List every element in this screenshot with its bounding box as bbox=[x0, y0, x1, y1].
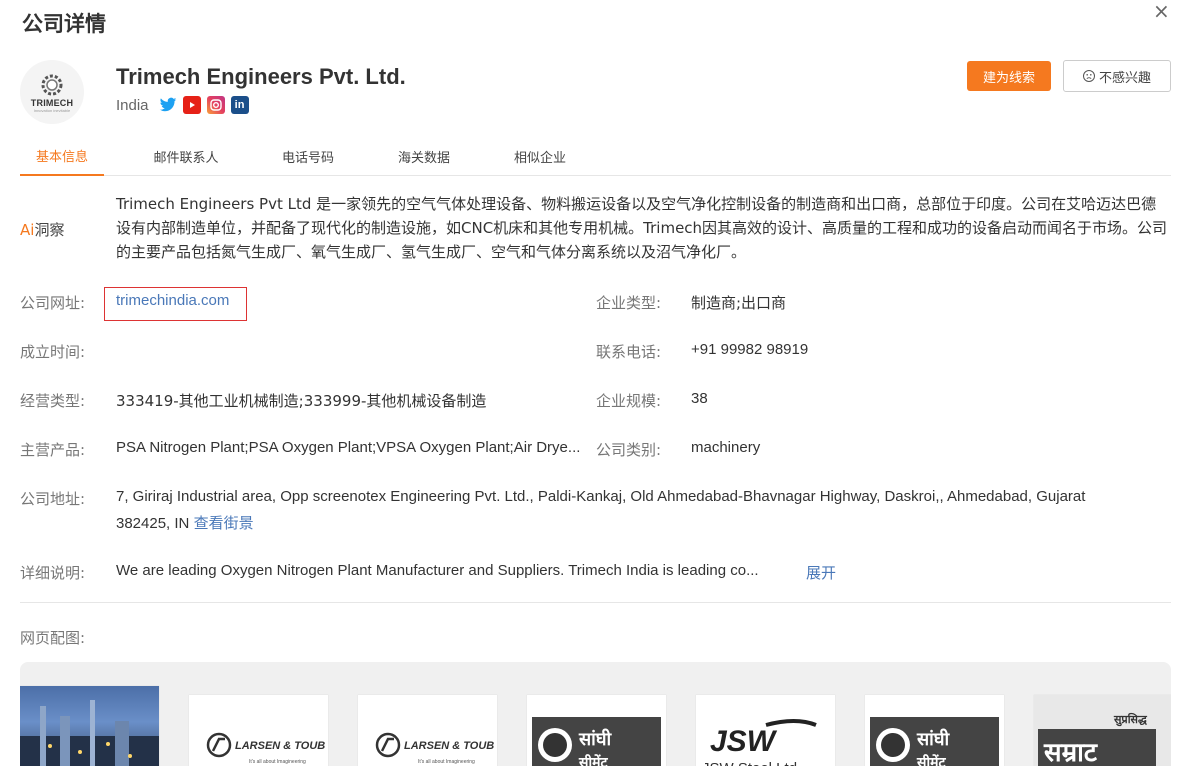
svg-text:LARSEN & TOUB: LARSEN & TOUB bbox=[404, 740, 494, 752]
svg-text:It's all about Imagineering: It's all about Imagineering bbox=[418, 759, 475, 765]
address-line2-row: 382425, IN 查看街景 bbox=[116, 512, 254, 533]
ai-label-text: 洞察 bbox=[34, 221, 65, 239]
linkedin-icon[interactable]: in bbox=[230, 96, 249, 114]
svg-text:JSW Steel Ltd: JSW Steel Ltd bbox=[702, 760, 797, 766]
address-line1: 7, Giriraj Industrial area, Opp screenot… bbox=[116, 488, 1086, 505]
company-category-label: 公司类别: bbox=[596, 441, 662, 459]
expand-link[interactable]: 展开 bbox=[806, 562, 836, 583]
tab-phone-numbers[interactable]: 电话号码 bbox=[266, 136, 350, 176]
street-view-link[interactable]: 查看街景 bbox=[194, 514, 254, 532]
main-products-label: 主营产品: bbox=[20, 441, 86, 459]
gallery-thumb-sanghi-1[interactable]: सांघी सीमेंट bbox=[527, 695, 666, 766]
address-line2: 382425, IN bbox=[116, 515, 190, 532]
website-label: 公司网址: bbox=[20, 294, 86, 312]
not-interested-button[interactable]: 不感兴趣 bbox=[1063, 60, 1171, 92]
ai-insight-label: Ai洞察 bbox=[20, 219, 64, 240]
twitter-icon[interactable] bbox=[159, 96, 177, 114]
ai-mark: Ai bbox=[20, 221, 35, 239]
svg-text:सम्राट: सम्राट bbox=[1043, 738, 1098, 766]
company-type-label: 企业类型: bbox=[596, 294, 662, 312]
tab-customs-data[interactable]: 海关数据 bbox=[382, 136, 466, 176]
gallery-thumb-plant-photo[interactable] bbox=[20, 686, 159, 766]
address-label: 公司地址: bbox=[20, 490, 86, 508]
phone-value: +91 99982 98919 bbox=[691, 341, 809, 358]
svg-text:सीमेंट: सीमेंट bbox=[916, 754, 946, 766]
not-interested-label: 不感兴趣 bbox=[1098, 70, 1151, 86]
ai-insight-text: Trimech Engineers Pvt Ltd 是一家领先的空气气体处理设备… bbox=[116, 195, 1168, 261]
youtube-icon[interactable] bbox=[182, 96, 201, 114]
website-link[interactable]: trimechindia.com bbox=[116, 292, 229, 309]
description-value: We are leading Oxygen Nitrogen Plant Man… bbox=[116, 562, 759, 579]
svg-text:सांघी: सांघी bbox=[916, 728, 950, 750]
company-logo: TRIMECH Innovation inevitable bbox=[20, 60, 84, 124]
gallery-thumb-jsw[interactable]: JSW JSW Steel Ltd bbox=[696, 695, 835, 766]
gallery-thumb-lt-1[interactable]: LARSEN & TOUB It's all about Imagineerin… bbox=[189, 695, 328, 766]
section-divider bbox=[20, 602, 1171, 603]
svg-text:LARSEN & TOUB: LARSEN & TOUB bbox=[235, 740, 325, 752]
country: India bbox=[116, 96, 149, 114]
gear-icon bbox=[41, 74, 63, 95]
tab-basic-info[interactable]: 基本信息 bbox=[20, 136, 104, 176]
company-scale-label: 企业规模: bbox=[596, 392, 662, 410]
gallery-thumb-samrat[interactable]: सुप्रसिद्ध सम्राट bbox=[1034, 695, 1171, 766]
logo-text: TRIMECH bbox=[30, 97, 74, 108]
tab-similar-companies[interactable]: 相似企业 bbox=[498, 136, 582, 176]
instagram-icon[interactable] bbox=[206, 96, 225, 114]
main-products-value: PSA Nitrogen Plant;PSA Oxygen Plant;VPSA… bbox=[116, 439, 581, 456]
company-name: Trimech Engineers Pvt. Ltd. bbox=[116, 64, 406, 89]
svg-text:सांघी: सांघी bbox=[578, 728, 612, 750]
logo-subtext: Innovation inevitable bbox=[33, 107, 71, 113]
company-category-value: machinery bbox=[691, 439, 761, 456]
tab-email-contacts[interactable]: 邮件联系人 bbox=[138, 136, 234, 176]
page-title: 公司详情 bbox=[22, 12, 106, 36]
gallery-thumb-lt-2[interactable]: LARSEN & TOUB It's all about Imagineerin… bbox=[358, 695, 497, 766]
svg-text:सुप्रसिद्ध: सुप्रसिद्ध bbox=[1113, 712, 1148, 727]
gallery-label: 网页配图: bbox=[20, 629, 86, 647]
company-scale-value: 38 bbox=[691, 390, 708, 407]
tab-bar: 基本信息 邮件联系人 电话号码 海关数据 相似企业 bbox=[20, 136, 1171, 176]
description-label: 详细说明: bbox=[20, 564, 86, 582]
gallery-thumb-sanghi-2[interactable]: सांघी सीमेंट bbox=[865, 695, 1004, 766]
frown-icon bbox=[1082, 70, 1095, 82]
company-meta-row: India in bbox=[116, 96, 249, 114]
svg-text:सीमेंट: सीमेंट bbox=[578, 754, 608, 766]
business-type-value: 333419-其他工业机械制造;333999-其他机械设备制造 bbox=[116, 392, 487, 410]
create-lead-button[interactable]: 建为线索 bbox=[967, 61, 1051, 91]
image-gallery: LARSEN & TOUB It's all about Imagineerin… bbox=[20, 662, 1171, 766]
close-button[interactable]: × bbox=[1153, 0, 1170, 22]
svg-text:JSW: JSW bbox=[710, 725, 778, 758]
founded-label: 成立时间: bbox=[20, 343, 86, 361]
business-type-label: 经营类型: bbox=[20, 392, 86, 410]
svg-text:It's all about Imagineering: It's all about Imagineering bbox=[249, 759, 306, 765]
company-type-value: 制造商;出口商 bbox=[691, 294, 787, 312]
phone-label: 联系电话: bbox=[596, 343, 662, 361]
